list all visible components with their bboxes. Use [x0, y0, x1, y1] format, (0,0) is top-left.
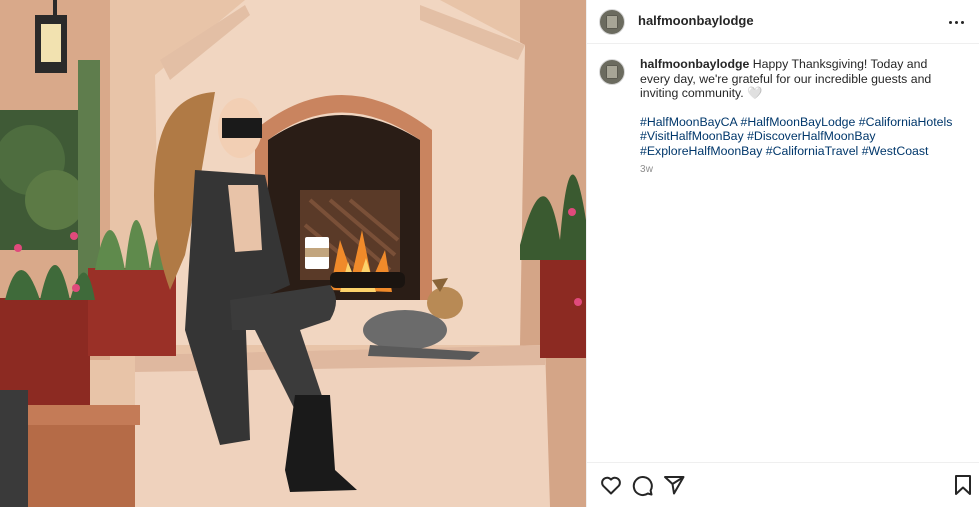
heart-icon-glyph: [601, 476, 621, 495]
username-link[interactable]: halfmoonbaylodge: [638, 13, 754, 28]
comment-icon[interactable]: [630, 473, 654, 497]
post-header: halfmoonbaylodge: [587, 0, 979, 44]
avatar-logo: [606, 65, 618, 79]
post-photo[interactable]: [0, 0, 586, 507]
hashtag-link[interactable]: #HalfMoonBayLodge: [740, 115, 855, 129]
hashtag-link[interactable]: #DiscoverHalfMoonBay: [747, 129, 876, 143]
hashtag-link[interactable]: #VisitHalfMoonBay: [640, 129, 744, 143]
send-icon-glyph: [664, 476, 685, 495]
send-icon[interactable]: [662, 473, 686, 497]
post-timestamp[interactable]: 3w: [640, 164, 653, 175]
hashtag-link[interactable]: #WestCoast: [862, 144, 929, 158]
hashtag-link[interactable]: #CaliforniaTravel: [766, 144, 859, 158]
avatar[interactable]: [599, 9, 625, 35]
hashtag-link[interactable]: #HalfMoonBayCA: [640, 115, 737, 129]
more-dot: [948, 20, 952, 24]
hashtag-list: #HalfMoonBayCA #HalfMoonBayLodge #Califo…: [640, 115, 960, 159]
bookmark-icon[interactable]: [951, 473, 975, 497]
more-dot: [954, 20, 958, 24]
hashtag-link[interactable]: #CaliforniaHotels: [859, 115, 953, 129]
action-bar: [587, 462, 979, 507]
more-options-icon[interactable]: [944, 12, 968, 32]
caption-avatar[interactable]: [599, 59, 625, 85]
post-photo-illustration: [0, 0, 586, 507]
more-dot: [960, 20, 964, 24]
bookmark-icon-glyph: [955, 475, 971, 495]
post-details-panel: halfmoonbaylodge halfmoonbaylodge Happy …: [586, 0, 979, 507]
heart-icon[interactable]: [599, 473, 623, 497]
caption: halfmoonbaylodge Happy Thanksgiving! Tod…: [640, 57, 960, 158]
caption-username-link[interactable]: halfmoonbaylodge: [640, 57, 749, 71]
hashtag-link[interactable]: #ExploreHalfMoonBay: [640, 144, 762, 158]
avatar-logo: [606, 15, 618, 29]
comment-icon-glyph: [632, 476, 653, 497]
